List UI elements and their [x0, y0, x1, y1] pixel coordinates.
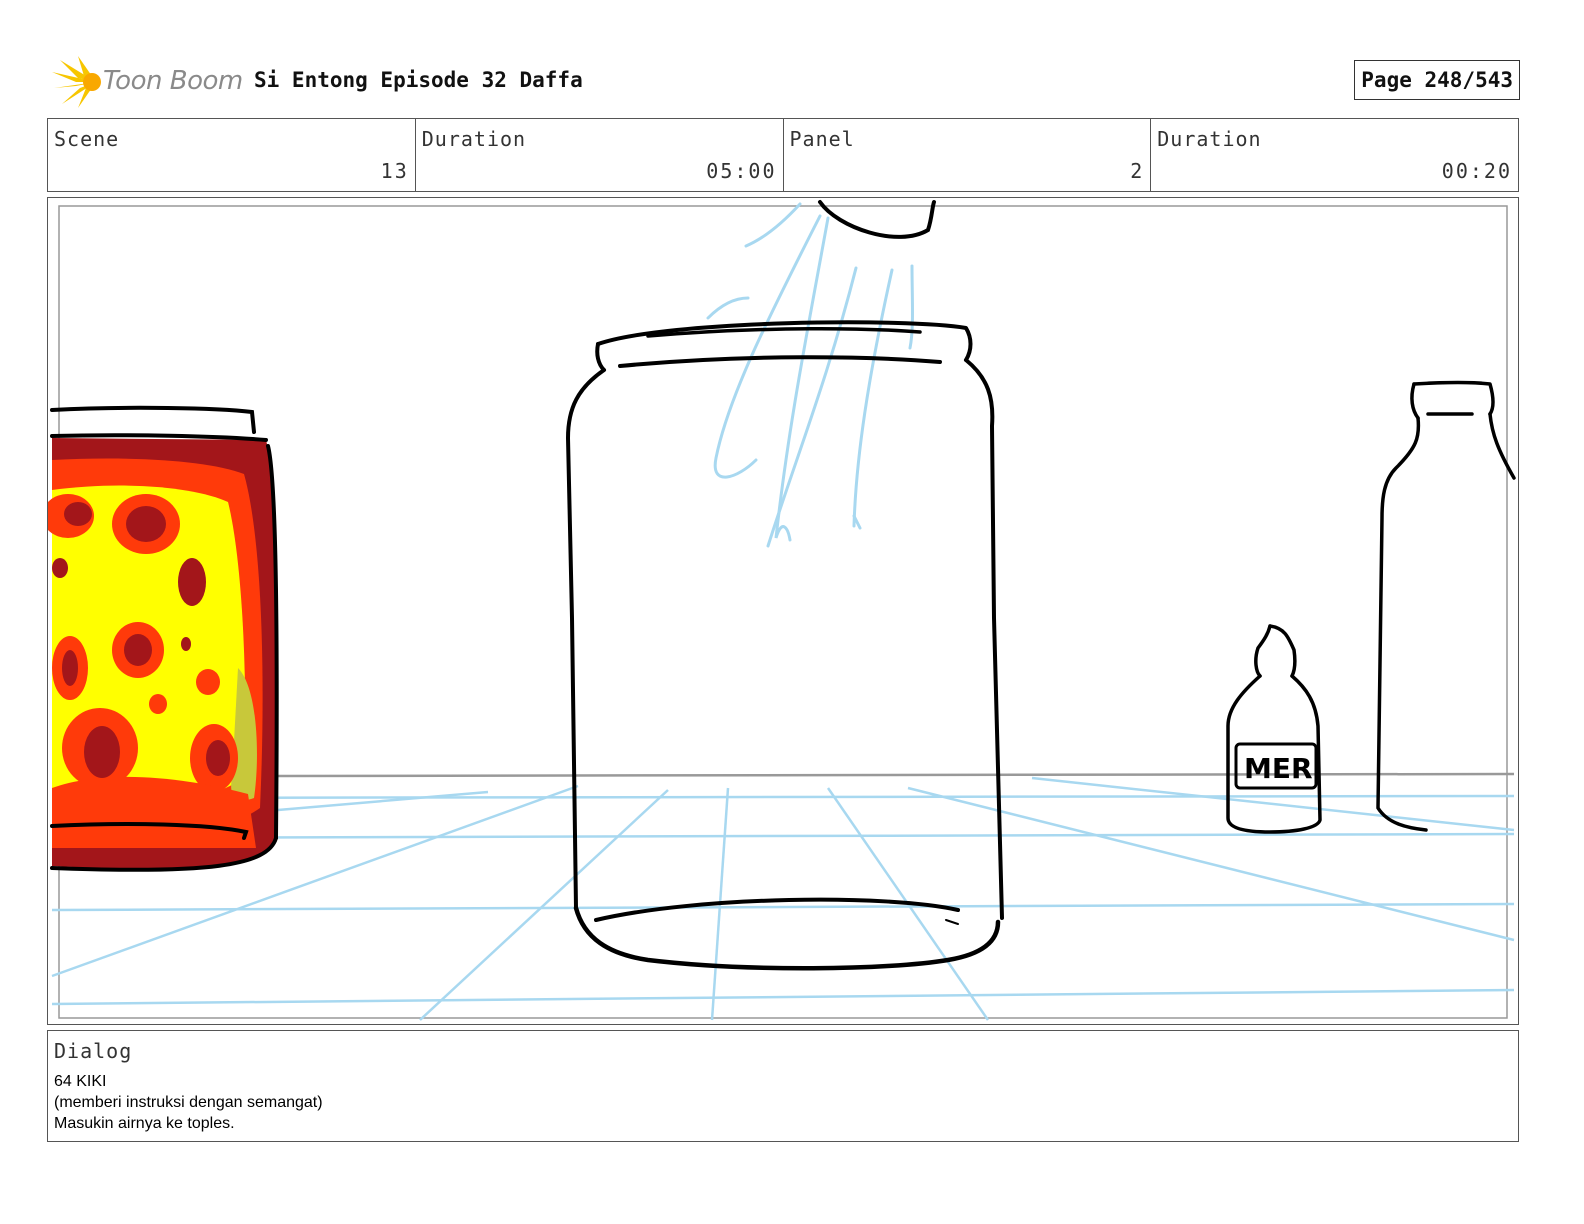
- panel-duration-cell: Duration 00:20: [1151, 119, 1518, 191]
- panel-duration-value: 00:20: [1441, 159, 1512, 183]
- header: Toon Boom Si Entong Episode 32 Daffa Pag…: [48, 52, 1520, 112]
- page-indicator: Page 248/543: [1354, 60, 1520, 100]
- storyboard-panel: MER: [47, 197, 1519, 1025]
- empty-jar: [566, 320, 1004, 971]
- scene-duration-cell: Duration 05:00: [416, 119, 784, 191]
- document-title: Si Entong Episode 32 Daffa: [254, 68, 583, 92]
- toon-boom-logo: Toon Boom: [48, 54, 248, 110]
- table-edge: [275, 772, 1515, 778]
- scene-duration-label: Duration: [421, 127, 527, 151]
- water-stream: [706, 202, 914, 548]
- panel-value: 2: [1130, 159, 1145, 183]
- bottle-label: MER: [1244, 752, 1313, 785]
- panel-cell: Panel 2: [784, 119, 1152, 191]
- scene-value: 13: [380, 159, 409, 183]
- panel-sketch: MER: [48, 200, 1516, 1021]
- scene-cell: Scene 13: [48, 119, 416, 191]
- scene-duration-value: 05:00: [706, 159, 777, 183]
- starburst-icon: [52, 56, 101, 108]
- dialog-line-direction: (memberi instruksi dengan semangat): [54, 1094, 323, 1111]
- tall-bottle: [1376, 380, 1516, 832]
- dialog-text: 64 KIKI (memberi instruksi dengan semang…: [54, 1071, 323, 1134]
- scene-info-row: Scene 13 Duration 05:00 Panel 2 Duration…: [47, 118, 1519, 192]
- sauce-jar: [48, 405, 279, 872]
- panel-label: Panel: [789, 127, 855, 151]
- dialog-line-speaker: 64 KIKI: [54, 1073, 107, 1090]
- dialog-label: Dialog: [54, 1039, 133, 1063]
- panel-duration-label: Duration: [1157, 127, 1262, 151]
- dialog-line-speech: Masukin airnya ke toples.: [54, 1115, 235, 1132]
- dialog-section: Dialog 64 KIKI (memberi instruksi dengan…: [47, 1030, 1519, 1142]
- brand-name: Toon Boom: [103, 66, 243, 96]
- pouring-container: [818, 200, 936, 239]
- scene-label: Scene: [54, 127, 120, 151]
